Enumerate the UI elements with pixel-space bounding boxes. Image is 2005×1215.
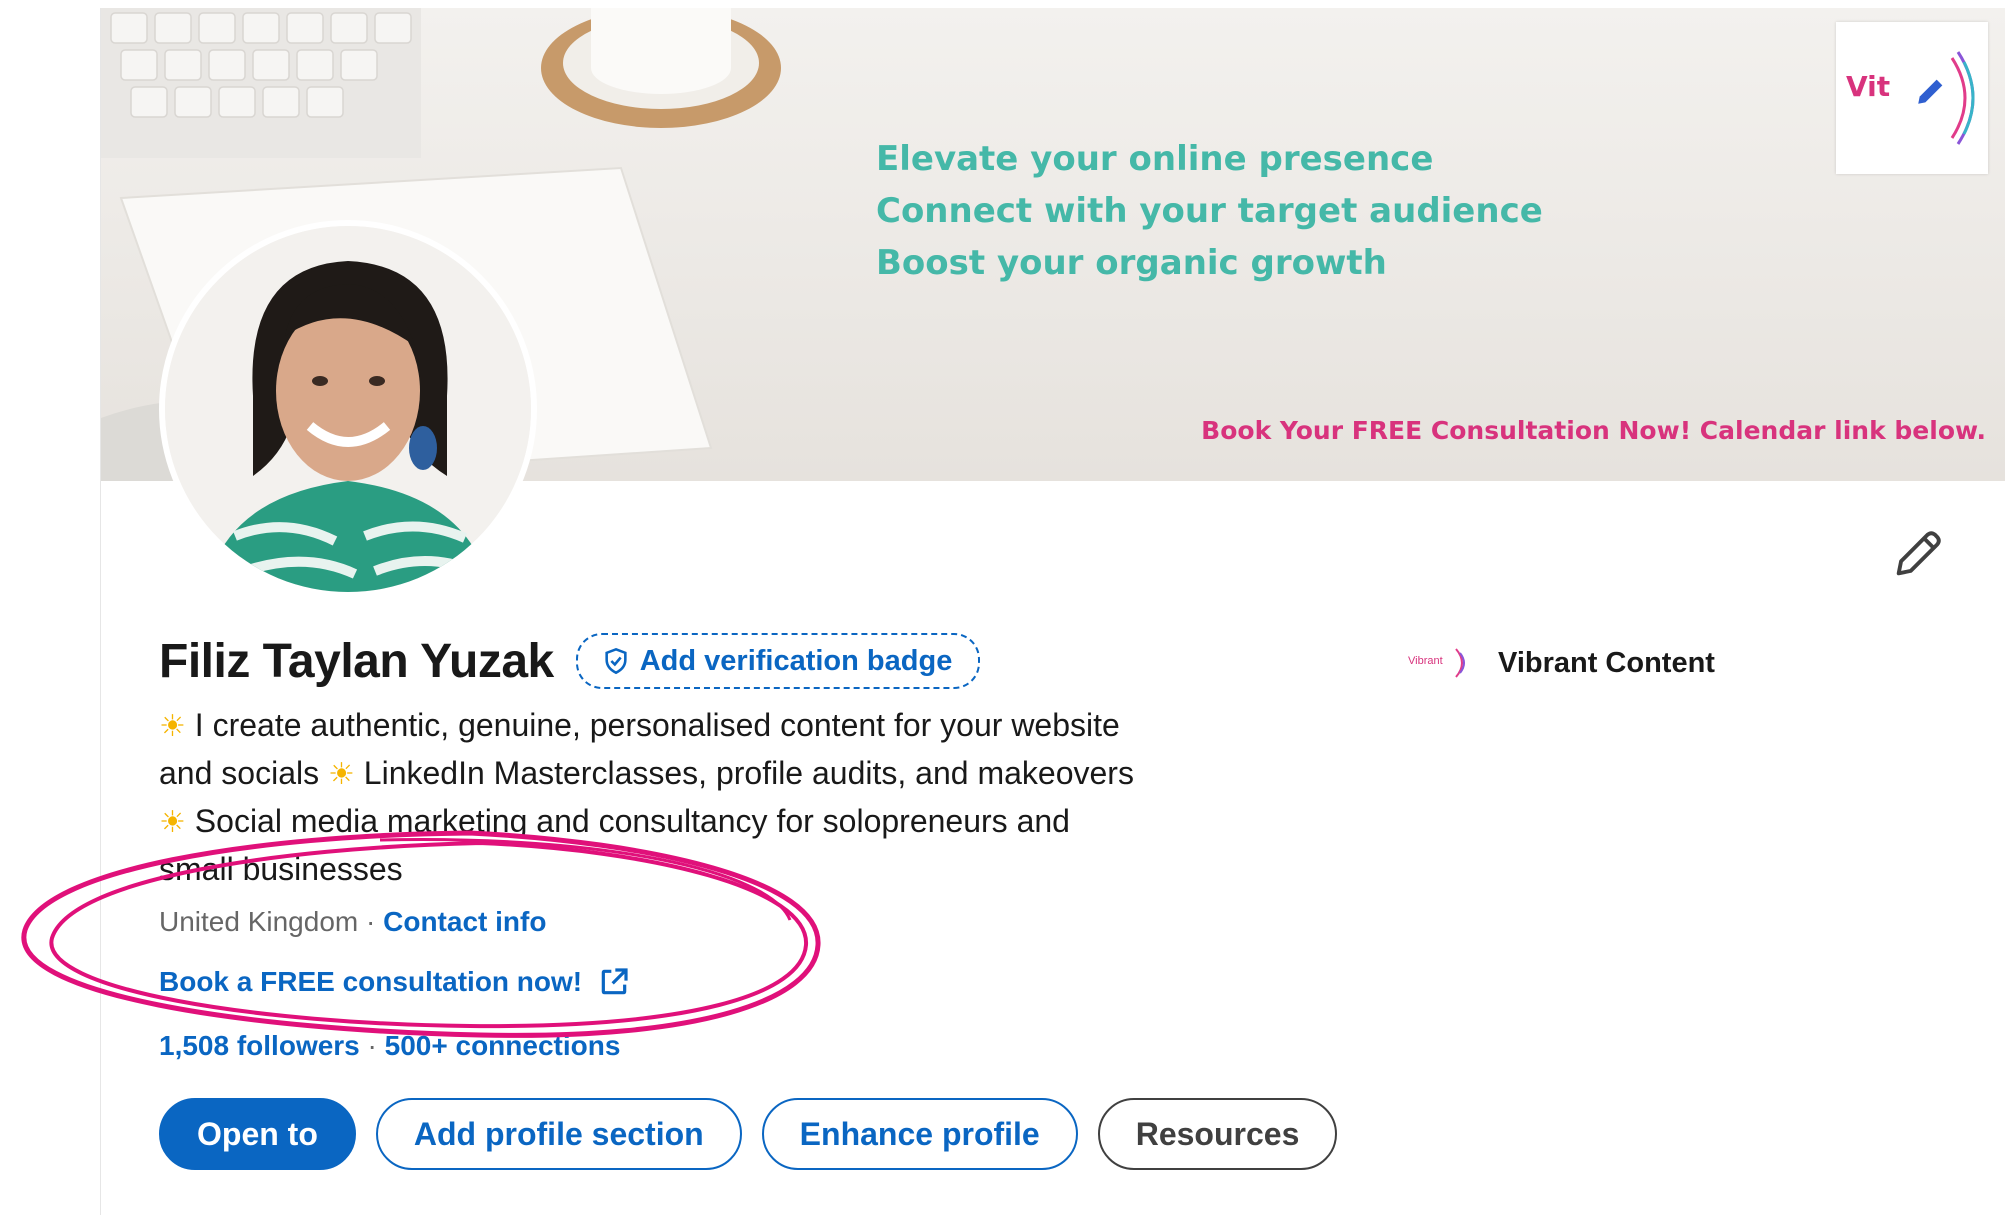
connections-link[interactable]: 500+ connections <box>385 1030 621 1061</box>
headline-text: and socials <box>159 755 320 791</box>
profile-name: Filiz Taylan Yuzak <box>159 634 554 688</box>
followers-link[interactable]: 1,508 followers <box>159 1030 360 1061</box>
company-logo: Vibrant <box>1408 643 1468 683</box>
location-text: United Kingdom <box>159 906 359 937</box>
shield-check-icon <box>605 647 627 675</box>
banner-logo-text: Vit <box>1846 70 1891 103</box>
sun-emoji-icon: ☀ <box>159 806 186 839</box>
profile-actions: Open to Add profile section Enhance prof… <box>159 1098 1338 1170</box>
profile-photo[interactable] <box>159 220 537 598</box>
profile-headline: ☀ I create authentic, genuine, personali… <box>159 702 1339 893</box>
sun-emoji-icon: ☀ <box>327 758 355 791</box>
name-row: Filiz Taylan Yuzak Add verification badg… <box>159 630 981 692</box>
company-logo-wave-icon <box>1455 648 1465 678</box>
open-to-button[interactable]: Open to <box>159 1098 356 1170</box>
external-link-icon <box>601 968 628 995</box>
profile-photo-image <box>165 226 531 592</box>
banner-tagline: Elevate your online presence <box>876 139 1434 179</box>
headline-text: small businesses <box>159 851 403 887</box>
verification-badge-label: Add verification badge <box>639 644 953 677</box>
profile-card: Elevate your online presence Connect wit… <box>100 8 2005 1215</box>
banner-tagline: Boost your organic growth <box>876 243 1387 283</box>
sound-wave-icon <box>1950 51 1975 145</box>
pencil-logo-icon <box>1918 79 1943 104</box>
headline-text: LinkedIn Masterclasses, profile audits, … <box>363 755 1134 791</box>
stats-separator: · <box>367 1030 377 1061</box>
company-logo-text: Vibrant <box>1408 655 1443 667</box>
book-consultation-link[interactable]: Book a FREE consultation now! <box>159 966 630 998</box>
keyboard-graphic <box>101 8 421 158</box>
banner-tagline: Connect with your target audience <box>876 191 1543 231</box>
sun-emoji-icon: ☀ <box>159 710 186 743</box>
location-row: United Kingdom · Contact info <box>159 906 546 938</box>
book-consultation-label: Book a FREE consultation now! <box>159 966 583 997</box>
mug-graphic <box>541 8 781 128</box>
banner-cta: Book Your FREE Consultation Now! Calenda… <box>1201 416 1986 445</box>
company-name: Vibrant Content <box>1498 646 1715 679</box>
banner-taglines: Elevate your online presence Connect wit… <box>876 133 1543 289</box>
network-stats: 1,508 followers · 500+ connections <box>159 1030 620 1062</box>
resources-button[interactable]: Resources <box>1097 1098 1338 1170</box>
enhance-profile-button[interactable]: Enhance profile <box>761 1098 1078 1170</box>
current-company[interactable]: Vibrant Vibrant Content <box>1408 638 1715 688</box>
headline-text: Social media marketing and consultancy f… <box>194 803 1070 839</box>
edit-profile-pencil-icon[interactable] <box>1889 525 1947 583</box>
add-profile-section-button[interactable]: Add profile section <box>375 1098 742 1170</box>
banner-logo: Vit <box>1836 22 1988 174</box>
contact-info-link[interactable]: Contact info <box>383 906 546 937</box>
add-verification-badge-button[interactable]: Add verification badge <box>575 633 981 689</box>
location-separator: · <box>366 906 376 937</box>
headline-text: I create authentic, genuine, personalise… <box>194 707 1120 743</box>
